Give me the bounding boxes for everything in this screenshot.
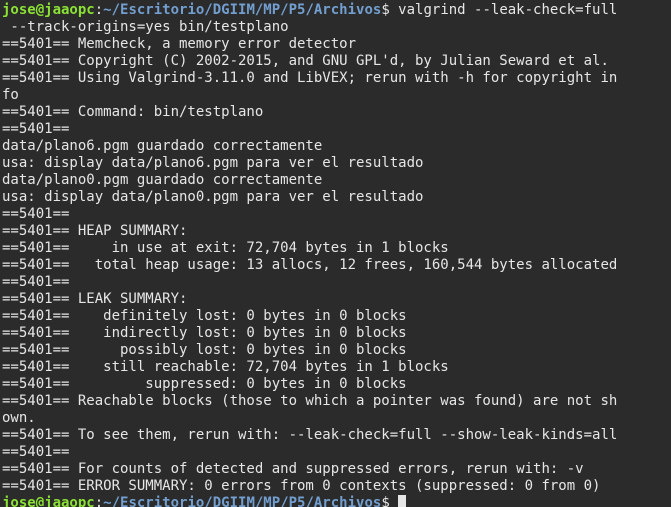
prompt-user-host: jose@jaaopc — [2, 2, 95, 18]
prompt-line-current[interactable]: jose@jaaopc:~/Escritorio/DGIIM/MP/P5/Arc… — [2, 495, 671, 507]
prompt-user-host: jose@jaaopc — [2, 495, 95, 507]
text-cursor — [398, 495, 407, 507]
prompt-path: ~/Escritorio/DGIIM/MP/P5/Archivos — [103, 495, 382, 507]
output-line: own. — [2, 410, 36, 426]
output-line: ==5401== indirectly lost: 0 bytes in 0 b… — [2, 325, 407, 341]
output-line: ==5401== HEAP SUMMARY: — [2, 223, 188, 239]
output-line: ==5401== suppressed: 0 bytes in 0 blocks — [2, 376, 407, 392]
output-line: ==5401== For counts of detected and supp… — [2, 461, 584, 477]
prompt-separator: : — [94, 2, 104, 18]
prompt-path: ~/Escritorio/DGIIM/MP/P5/Archivos — [103, 2, 382, 18]
prompt-line: jose@jaaopc:~/Escritorio/DGIIM/MP/P5/Arc… — [2, 2, 671, 19]
output-line: ==5401== Copyright (C) 2002-2015, and GN… — [2, 53, 609, 69]
output-line: data/plano6.pgm guardado correctamente — [2, 138, 323, 154]
output-line: usa: display data/plano0.pgm para ver el… — [2, 189, 424, 205]
output-line: ==5401== possibly lost: 0 bytes in 0 blo… — [2, 342, 407, 358]
output-line: ==5401== To see them, rerun with: --leak… — [2, 427, 618, 443]
output-line: ==5401== total heap usage: 13 allocs, 12… — [2, 257, 618, 273]
prompt-symbol: $ — [381, 495, 399, 507]
output-line: ==5401== Memcheck, a memory error detect… — [2, 36, 357, 52]
output-line: usa: display data/plano6.pgm para ver el… — [2, 155, 424, 171]
terminal-window[interactable]: jose@jaaopc:~/Escritorio/DGIIM/MP/P5/Arc… — [0, 0, 671, 507]
output-line: ==5401== — [2, 274, 70, 290]
output-line: ==5401== Command: bin/testplano — [2, 104, 264, 120]
output-line: ==5401== ERROR SUMMARY: 0 errors from 0 … — [2, 478, 601, 494]
output-line: ==5401== Using Valgrind-3.11.0 and LibVE… — [2, 70, 618, 86]
output-line: ==5401== Reachable blocks (those to whic… — [2, 393, 618, 409]
command-continuation: --track-origins=yes bin/testplano — [2, 19, 289, 35]
command-text: valgrind --leak-check=full — [398, 2, 618, 18]
output-line: ==5401== — [2, 444, 70, 460]
output-line: ==5401== definitely lost: 0 bytes in 0 b… — [2, 308, 407, 324]
output-line: ==5401== — [2, 121, 70, 137]
output-line: ==5401== in use at exit: 72,704 bytes in… — [2, 240, 449, 256]
prompt-separator: : — [94, 495, 104, 507]
output-line: ==5401== LEAK SUMMARY: — [2, 291, 188, 307]
output-line: data/plano0.pgm guardado correctamente — [2, 172, 323, 188]
output-line: ==5401== still reachable: 72,704 bytes i… — [2, 359, 449, 375]
output-line: ==5401== — [2, 206, 70, 222]
output-line: fo — [2, 87, 19, 103]
command-output: ==5401== Memcheck, a memory error detect… — [2, 36, 671, 495]
prompt-symbol: $ — [381, 2, 399, 18]
